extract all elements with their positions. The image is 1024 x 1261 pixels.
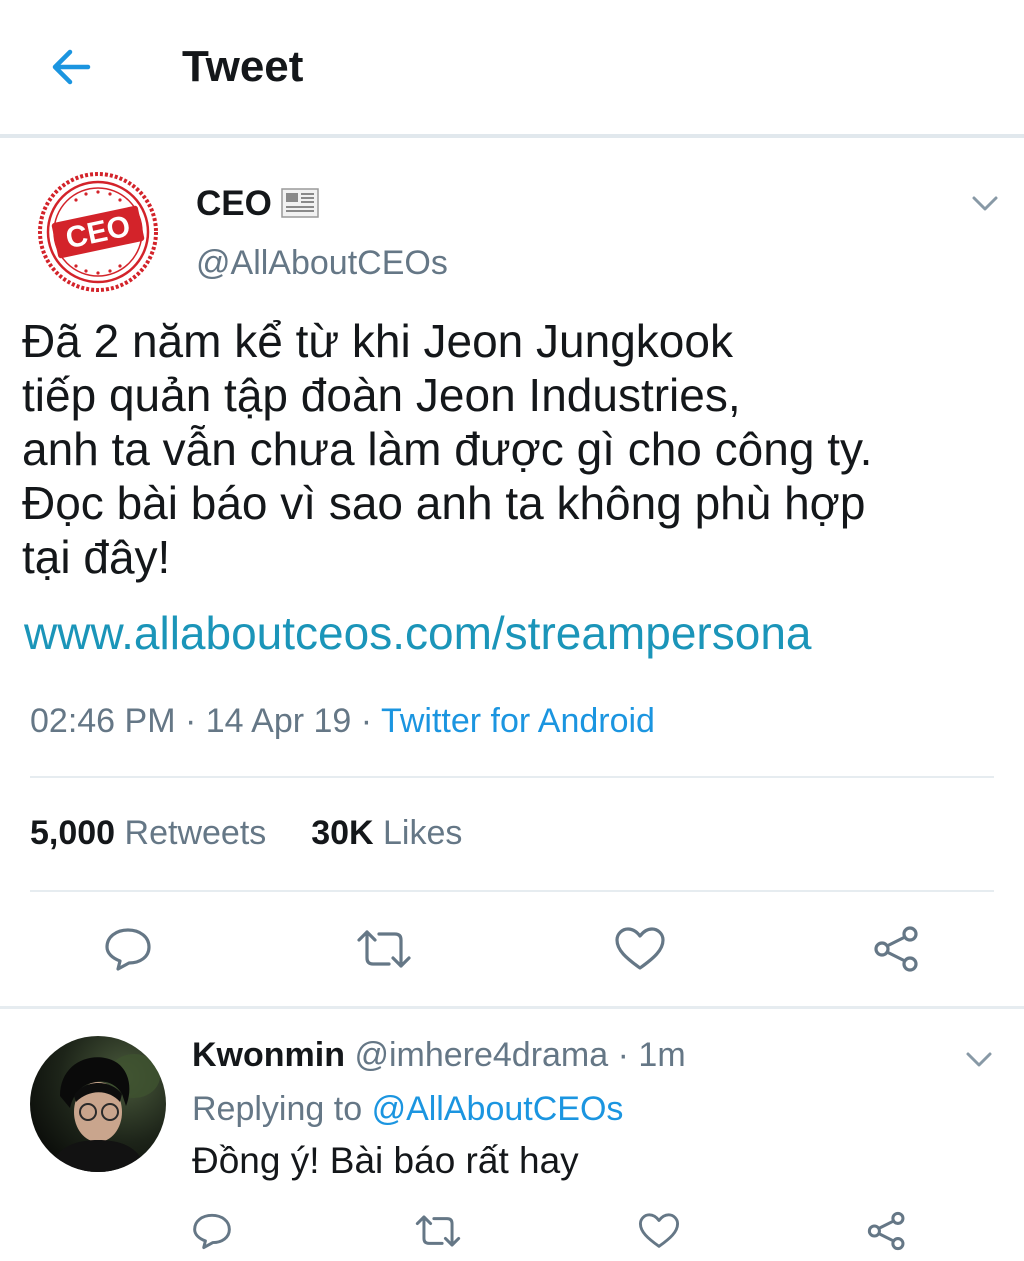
divider xyxy=(30,890,994,892)
heart-icon xyxy=(615,927,665,970)
tweet-link[interactable]: www.allaboutceos.com/streampersona xyxy=(24,606,811,660)
profile-photo xyxy=(30,1036,166,1172)
tweet-text: Đã 2 năm kể từ khi Jeon Jungkook tiếp qu… xyxy=(22,314,1012,584)
reply-author-name[interactable]: Kwonmin xyxy=(192,1036,345,1074)
reply-author-handle[interactable]: @imhere4drama xyxy=(354,1036,608,1074)
tweet-text-line: anh ta vẫn chưa làm được gì cho công ty. xyxy=(22,423,873,475)
retweets-label: Retweets xyxy=(124,814,267,852)
tweet-time: 02:46 PM xyxy=(30,702,176,740)
share-button[interactable] xyxy=(872,924,922,974)
retweets-stat[interactable]: 5,000 Retweets xyxy=(30,814,266,852)
likes-count: 30K xyxy=(311,814,374,852)
tweet-text-line: Đọc bài báo vì sao anh ta không phù hợp xyxy=(22,477,866,529)
page-title: Tweet xyxy=(182,42,304,91)
section-divider xyxy=(0,1006,1024,1009)
reply-icon xyxy=(193,1213,231,1250)
reply-menu-button[interactable] xyxy=(962,1042,996,1076)
meta-separator: · xyxy=(617,1036,629,1074)
meta-separator: · xyxy=(360,702,373,740)
tweet-menu-button[interactable] xyxy=(968,186,1002,220)
tweet-date: 14 Apr 19 xyxy=(205,702,352,740)
newspaper-icon xyxy=(280,186,320,220)
reply-header: Kwonmin @imhere4drama · 1m xyxy=(192,1036,686,1075)
reply-share-button[interactable] xyxy=(866,1210,908,1252)
tweet-text-line: Đã 2 năm kể từ khi Jeon Jungkook xyxy=(22,315,733,367)
author-handle[interactable]: @AllAboutCEOs xyxy=(196,244,448,283)
reply-reply-button[interactable] xyxy=(192,1212,232,1250)
reply-time: 1m xyxy=(638,1036,686,1074)
author-name[interactable]: CEO xyxy=(196,184,272,224)
likes-stat[interactable]: 30K Likes xyxy=(311,814,462,852)
tweet-source-link[interactable]: Twitter for Android xyxy=(381,702,655,740)
back-button[interactable] xyxy=(44,40,98,94)
reply-retweet-button[interactable] xyxy=(414,1212,462,1250)
ceo-logo: CEO xyxy=(38,172,158,292)
tweet-text-line: tiếp quản tập đoàn Jeon Industries, xyxy=(22,369,741,421)
replying-to: Replying to @AllAboutCEOs xyxy=(192,1090,623,1129)
retweet-icon xyxy=(415,1215,461,1247)
chevron-down-icon xyxy=(972,196,998,211)
replying-to-label: Replying to xyxy=(192,1090,363,1128)
top-bar: Tweet xyxy=(0,0,1024,138)
retweet-icon xyxy=(357,930,411,968)
reply-text: Đồng ý! Bài báo rất hay xyxy=(192,1140,579,1181)
share-icon xyxy=(874,926,918,972)
divider xyxy=(30,776,994,778)
likes-label: Likes xyxy=(383,814,463,852)
retweet-button[interactable] xyxy=(355,926,413,972)
tweet-meta: 02:46 PM · 14 Apr 19 · Twitter for Andro… xyxy=(30,702,655,741)
retweets-count: 5,000 xyxy=(30,814,116,852)
reply-icon xyxy=(105,928,151,971)
share-icon xyxy=(867,1211,905,1251)
meta-separator: · xyxy=(184,702,197,740)
reply-avatar[interactable] xyxy=(30,1036,166,1172)
arrow-left-icon xyxy=(52,49,91,85)
like-button[interactable] xyxy=(614,926,666,972)
replying-to-mention[interactable]: @AllAboutCEOs xyxy=(372,1090,624,1128)
reply-button[interactable] xyxy=(104,926,152,972)
header-divider xyxy=(0,134,1024,138)
chevron-down-icon xyxy=(966,1052,992,1067)
tweet-text-line: tại đây! xyxy=(22,531,171,583)
tweet-stats: 5,000 Retweets 30K Likes xyxy=(30,814,462,853)
author-avatar[interactable]: CEO xyxy=(36,170,160,294)
svg-text:CEO: CEO xyxy=(63,210,133,256)
heart-icon xyxy=(638,1213,680,1248)
reply-like-button[interactable] xyxy=(638,1212,680,1250)
